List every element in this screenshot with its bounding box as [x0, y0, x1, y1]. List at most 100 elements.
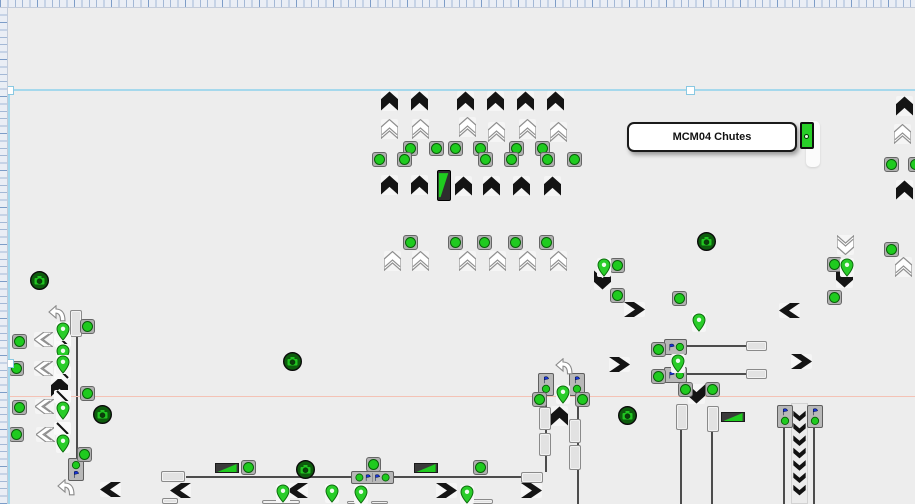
status-dot-icon[interactable] — [827, 290, 842, 305]
chevron-up-white-icon[interactable] — [894, 124, 911, 144]
location-pin-icon[interactable] — [597, 258, 611, 277]
conveyor-segment[interactable] — [569, 419, 581, 443]
chute-door-indicator[interactable] — [800, 122, 814, 149]
chevron-up-black-icon[interactable] — [411, 91, 428, 111]
status-dot-icon[interactable] — [12, 334, 27, 349]
conveyor-segment[interactable] — [161, 471, 185, 482]
station-box[interactable] — [807, 405, 823, 428]
conveyor-segment[interactable] — [746, 369, 767, 379]
chevron-up-black-icon[interactable] — [896, 180, 913, 200]
diagonal-gauge-horizontal-icon[interactable] — [215, 463, 239, 473]
chevron-up-black-icon[interactable] — [411, 175, 428, 195]
chevron-right-black-icon[interactable] — [521, 483, 542, 498]
status-dot-icon[interactable] — [540, 152, 555, 167]
chevron-up-black-icon[interactable] — [517, 91, 534, 111]
conveyor-segment[interactable] — [162, 498, 178, 504]
conveyor-segment[interactable] — [707, 406, 719, 432]
chevron-left-black-icon[interactable] — [287, 483, 308, 498]
location-pin-icon[interactable] — [354, 485, 368, 504]
location-pin-icon[interactable] — [692, 313, 706, 332]
diagram-canvas[interactable]: MCM04 Chutes — [0, 0, 915, 504]
chevron-right-black-icon[interactable] — [436, 483, 457, 498]
chevron-up-black-icon[interactable] — [381, 91, 398, 111]
status-dot-icon[interactable] — [429, 141, 444, 156]
status-dot-icon[interactable] — [477, 235, 492, 250]
diagonal-gauge-vertical-icon[interactable] — [437, 170, 451, 201]
diagonal-gauge-horizontal-icon[interactable] — [721, 412, 745, 422]
selection-handle[interactable] — [686, 86, 695, 95]
diagonal-gauge-horizontal-icon[interactable] — [414, 463, 438, 473]
status-dot-icon[interactable] — [403, 235, 418, 250]
status-dot-icon[interactable] — [397, 152, 412, 167]
chevron-down-white-icon[interactable] — [837, 235, 854, 255]
chevron-up-black-icon[interactable] — [483, 176, 500, 196]
location-pin-icon[interactable] — [56, 401, 70, 420]
location-pin-icon[interactable] — [56, 355, 70, 374]
chevron-up-white-icon[interactable] — [381, 119, 398, 139]
chevron-up-black-icon[interactable] — [547, 91, 564, 111]
chevron-up-white-icon[interactable] — [412, 251, 429, 271]
turn-arrow-icon[interactable] — [57, 479, 77, 496]
chevron-up-white-icon[interactable] — [489, 251, 506, 271]
conveyor-segment[interactable] — [746, 341, 767, 351]
location-pin-icon[interactable] — [56, 322, 70, 341]
status-dot-icon[interactable] — [77, 447, 92, 462]
chevron-up-black-icon[interactable] — [381, 175, 398, 195]
conveyor-segment[interactable] — [539, 407, 551, 430]
location-pin-icon[interactable] — [56, 434, 70, 453]
status-dot-icon[interactable] — [448, 141, 463, 156]
status-dot-icon[interactable] — [508, 235, 523, 250]
camera-icon[interactable] — [296, 460, 315, 479]
chevron-right-black-icon[interactable] — [609, 357, 630, 372]
chevron-up-black-icon[interactable] — [513, 176, 530, 196]
turn-arrow-icon[interactable] — [48, 305, 68, 322]
status-dot-icon[interactable] — [372, 152, 387, 167]
status-dot-icon[interactable] — [705, 382, 720, 397]
status-dot-icon[interactable] — [80, 386, 95, 401]
chevron-right-black-icon[interactable] — [624, 302, 645, 317]
status-dot-icon[interactable] — [366, 457, 381, 472]
location-pin-icon[interactable] — [671, 354, 685, 373]
location-pin-icon[interactable] — [840, 258, 854, 277]
chevron-up-white-icon[interactable] — [550, 122, 567, 142]
status-dot-icon[interactable] — [678, 382, 693, 397]
status-dot-icon[interactable] — [504, 152, 519, 167]
chevron-up-white-icon[interactable] — [895, 257, 912, 277]
chevron-up-white-icon[interactable] — [384, 251, 401, 271]
camera-icon[interactable] — [30, 271, 49, 290]
camera-icon[interactable] — [93, 405, 112, 424]
chevron-left-white-icon[interactable] — [36, 427, 55, 442]
chevron-up-white-icon[interactable] — [488, 122, 505, 142]
chevron-left-black-icon[interactable] — [779, 303, 800, 318]
turn-arrow-icon[interactable] — [555, 358, 575, 375]
chevron-right-black-icon[interactable] — [791, 354, 812, 369]
chevron-up-white-icon[interactable] — [550, 251, 567, 271]
status-dot-icon[interactable] — [80, 319, 95, 334]
chevron-up-black-icon[interactable] — [551, 406, 568, 426]
chevron-left-black-icon[interactable] — [170, 483, 191, 498]
chevron-up-black-icon[interactable] — [455, 176, 472, 196]
status-dot-icon[interactable] — [532, 392, 547, 407]
station-box[interactable] — [664, 339, 687, 355]
conveyor-segment[interactable] — [521, 472, 543, 483]
status-dot-icon[interactable] — [9, 427, 24, 442]
chevron-left-white-icon[interactable] — [35, 399, 54, 414]
chevron-up-black-icon[interactable] — [544, 176, 561, 196]
chevron-up-white-icon[interactable] — [412, 119, 429, 139]
status-dot-icon[interactable] — [539, 235, 554, 250]
status-dot-icon[interactable] — [651, 369, 666, 384]
status-dot-icon[interactable] — [651, 342, 666, 357]
status-dot-icon[interactable] — [448, 235, 463, 250]
status-dot-icon[interactable] — [908, 157, 915, 172]
location-pin-icon[interactable] — [276, 484, 290, 503]
status-dot-icon[interactable] — [575, 392, 590, 407]
conveyor-segment[interactable] — [569, 445, 581, 470]
location-pin-icon[interactable] — [556, 385, 570, 404]
conveyor-segment[interactable] — [539, 433, 551, 456]
status-dot-icon[interactable] — [884, 242, 899, 257]
status-dot-icon[interactable] — [884, 157, 899, 172]
status-dot-icon[interactable] — [473, 460, 488, 475]
camera-icon[interactable] — [697, 232, 716, 251]
status-dot-icon[interactable] — [12, 400, 27, 415]
status-dot-icon[interactable] — [610, 288, 625, 303]
